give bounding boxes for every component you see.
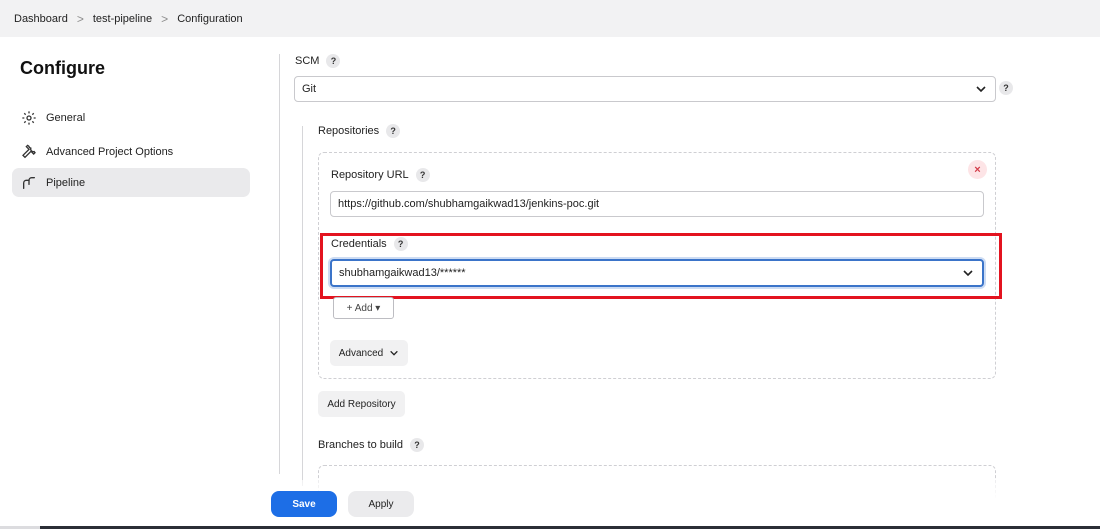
add-credentials-button[interactable]: + Add ▾ (333, 297, 394, 319)
chevron-right-icon: > (161, 11, 169, 26)
save-button[interactable]: Save (271, 491, 337, 517)
branches-label: Branches to build ? (318, 438, 424, 452)
advanced-button[interactable]: Advanced (330, 340, 408, 366)
repositories-label: Repositories ? (318, 124, 401, 138)
credentials-label: Credentials ? (331, 237, 408, 251)
chevron-down-icon (976, 86, 986, 93)
chevron-right-icon: > (76, 11, 84, 26)
chevron-down-icon (963, 270, 973, 277)
help-icon[interactable]: ? (410, 438, 424, 452)
add-repository-button[interactable]: Add Repository (318, 391, 405, 417)
breadcrumb-test-pipeline[interactable]: test-pipeline (93, 13, 152, 25)
help-icon[interactable]: ? (386, 124, 401, 138)
chevron-down-icon (390, 350, 399, 356)
credentials-select[interactable]: shubhamgaikwad13/****** (330, 259, 984, 287)
repository-url-input[interactable]: https://github.com/shubhamgaikwad13/jenk… (330, 191, 984, 217)
apply-button[interactable]: Apply (348, 491, 414, 517)
pipeline-icon (20, 174, 38, 192)
close-icon[interactable]: × (968, 160, 987, 179)
breadcrumb: Dashboard > test-pipeline > Configuratio… (0, 0, 1100, 37)
sidebar-item-general[interactable]: General (12, 103, 250, 132)
page-title: Configure (20, 58, 105, 78)
scm-label: SCM ? (295, 54, 341, 68)
sidebar-item-label: General (46, 111, 86, 124)
sidebar-item-pipeline[interactable]: Pipeline (12, 168, 250, 197)
breadcrumb-dashboard[interactable]: Dashboard (14, 13, 68, 25)
help-icon[interactable]: ? (393, 237, 408, 251)
gear-icon (20, 109, 38, 127)
divider (302, 126, 303, 486)
wrench-icon (20, 143, 38, 161)
divider (279, 54, 280, 474)
help-icon[interactable]: ? (999, 81, 1013, 95)
sidebar-item-label: Pipeline (46, 176, 86, 189)
help-icon[interactable]: ? (415, 168, 430, 182)
sidebar-item-advanced-project-options[interactable]: Advanced Project Options (12, 137, 250, 166)
breadcrumb-configuration[interactable]: Configuration (177, 13, 242, 25)
help-icon[interactable]: ? (326, 54, 341, 68)
repository-url-label: Repository URL ? (331, 168, 430, 182)
sidebar-item-label: Advanced Project Options (46, 145, 174, 158)
bottom-action-bar (0, 480, 1100, 529)
scm-select[interactable]: Git (294, 76, 996, 102)
